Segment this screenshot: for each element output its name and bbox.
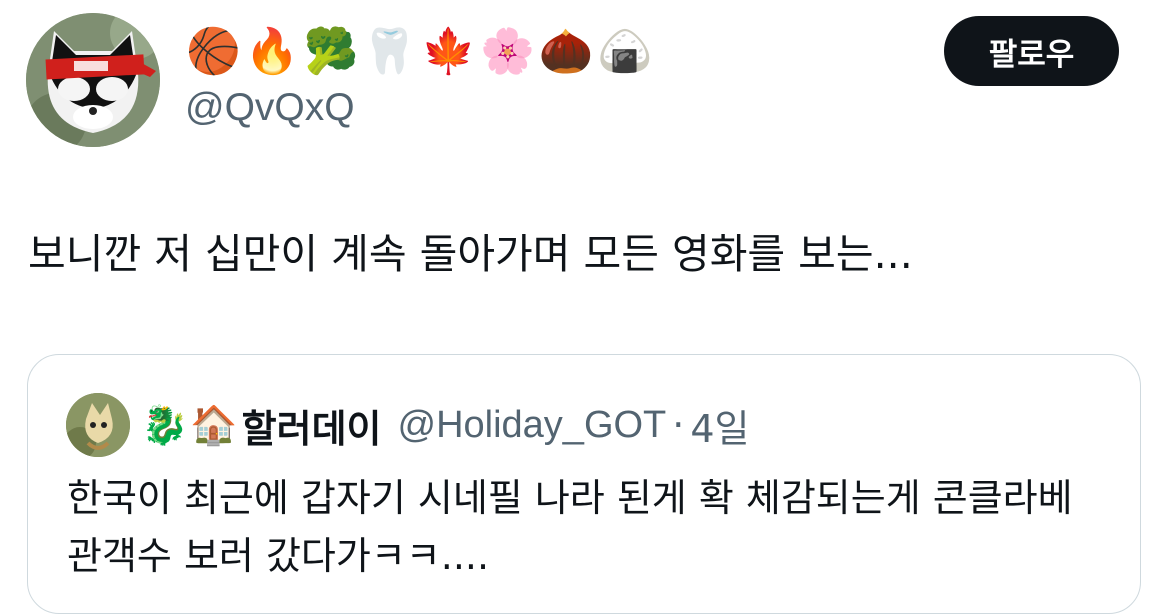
follow-button[interactable]: 팔로우 (944, 16, 1119, 86)
quoted-tweet-header: 🐉 🏠 할러데이 @Holiday_GOT · 4일 (141, 399, 750, 451)
quoted-author-avatar[interactable] (66, 393, 130, 457)
tweet-text: 보니깐 저 십만이 계속 돌아가며 모든 영화를 보는... (28, 230, 913, 278)
cherry-blossom-emoji-icon: 🌸 (479, 26, 535, 77)
quoted-author-handle[interactable]: @Holiday_GOT (398, 404, 667, 447)
chestnut-emoji-icon: 🌰 (538, 26, 594, 77)
basketball-emoji-icon: 🏀 (186, 26, 241, 77)
tooth-emoji-icon: 🦷 (362, 26, 418, 77)
quoted-tweet-text: 한국이 최근에 갑자기 시네필 나라 된게 확 체감되는게 콘클라베 관객수 보… (67, 476, 1073, 578)
author-handle[interactable]: @QvQxQ (185, 84, 355, 132)
quoted-author-name[interactable]: 할러데이 (242, 398, 382, 453)
author-display-name[interactable]: 🏀 🔥 🥦 🦷 🍁 🌸 🌰 🍙 (186, 22, 652, 82)
quoted-tweet-time[interactable]: 4일 (690, 398, 749, 453)
broccoli-emoji-icon: 🥦 (303, 26, 359, 77)
house-emoji-icon: 🏠 (190, 403, 238, 447)
dragon-emoji-icon: 🐉 (141, 403, 189, 447)
rice-ball-emoji-icon: 🍙 (597, 26, 653, 77)
maple-leaf-emoji-icon: 🍁 (421, 26, 476, 77)
fire-emoji-icon: 🔥 (244, 26, 300, 77)
separator-dot: · (672, 403, 685, 447)
quoted-avatar-icon (66, 393, 130, 457)
author-avatar[interactable] (26, 13, 160, 147)
masked-cat-avatar-icon (26, 13, 160, 147)
quoted-tweet-card[interactable]: 🐉 🏠 할러데이 @Holiday_GOT · 4일 한국이 최근에 갑자기 시… (27, 354, 1141, 614)
